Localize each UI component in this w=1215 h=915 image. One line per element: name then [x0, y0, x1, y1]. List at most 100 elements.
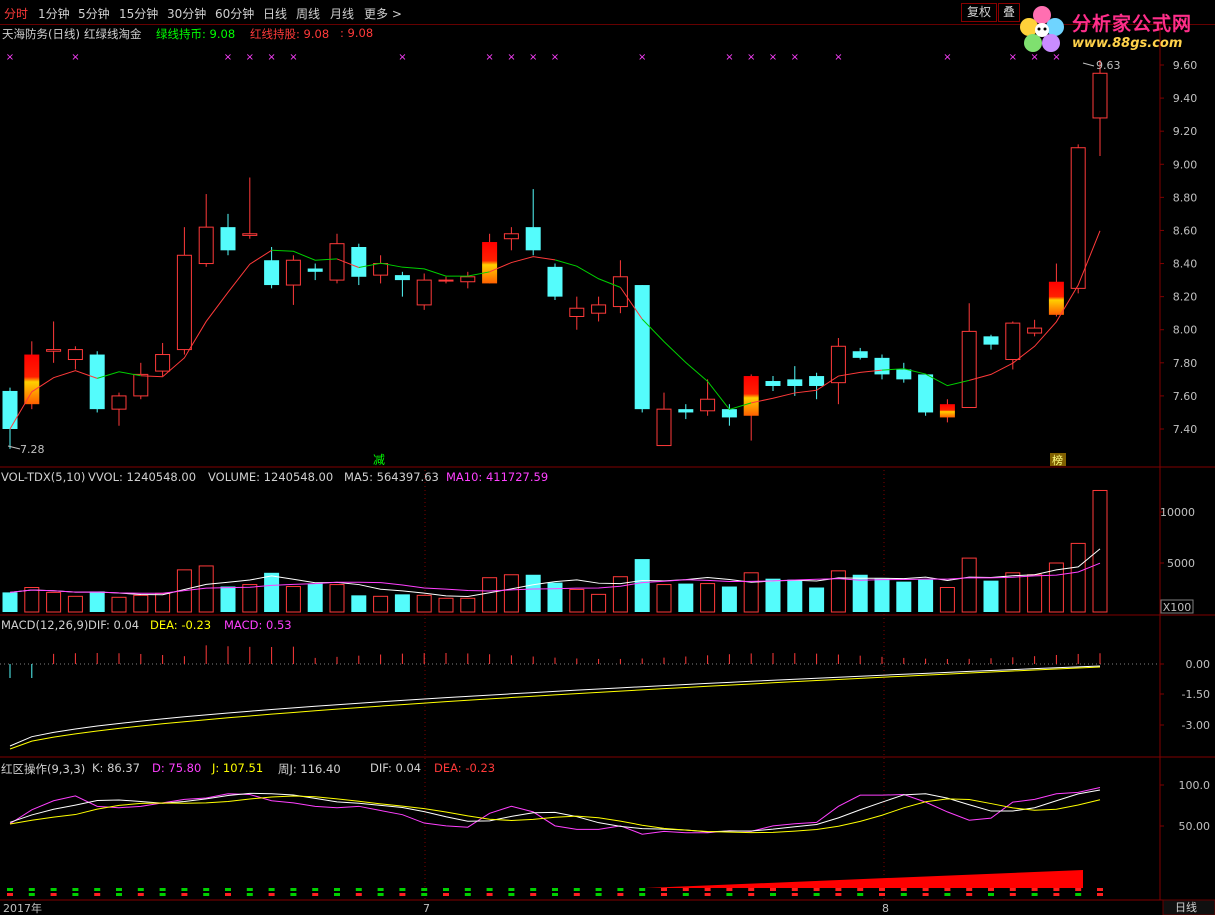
- top-marker-icon: ×: [267, 52, 275, 63]
- signal-square: [72, 888, 79, 891]
- candle-body: [67, 349, 83, 361]
- top-marker-icon: ×: [638, 52, 646, 63]
- candle-signal-body: [24, 354, 40, 405]
- signal-square: [246, 888, 253, 891]
- candle-body: [307, 268, 323, 272]
- candle-body: [721, 409, 737, 418]
- signal-square: [748, 893, 755, 896]
- candle-body: [765, 381, 781, 386]
- volume-bar: [612, 576, 628, 613]
- volume-bar: [307, 583, 323, 612]
- volume-bar: [220, 586, 236, 612]
- signal-square: [1075, 888, 1082, 891]
- candle-body: [634, 285, 650, 410]
- signal-square: [966, 888, 973, 891]
- low-price-marker: 7.28: [20, 443, 45, 456]
- candle-body: [394, 275, 410, 281]
- signal-square: [355, 893, 362, 896]
- vol-tick-label: 5000: [1167, 557, 1195, 570]
- top-marker-icon: ×: [769, 52, 777, 63]
- volume-bar: [24, 587, 40, 613]
- volume-bar: [809, 587, 825, 612]
- vol-tick-label: 10000: [1160, 506, 1195, 519]
- period-button[interactable]: 日线: [1175, 900, 1197, 914]
- signal-square: [399, 888, 406, 891]
- top-marker-icon: ×: [507, 52, 515, 63]
- signal-square: [944, 893, 951, 896]
- price-tick-label: 9.20: [1173, 125, 1198, 138]
- candle-body: [133, 373, 149, 397]
- candle-signal-body: [1048, 281, 1064, 315]
- candle-body: [220, 227, 236, 251]
- candle-body: [111, 395, 127, 410]
- signal-square: [7, 893, 13, 896]
- volume-ma10-line: [9, 562, 1101, 594]
- top-marker-icon: ×: [224, 52, 232, 63]
- candle-body: [242, 233, 258, 236]
- volume-bar: [416, 594, 432, 613]
- candle-signal-body: [482, 242, 498, 284]
- volume-bar: [1005, 572, 1021, 613]
- signal-square: [159, 893, 166, 896]
- signal-square: [312, 888, 319, 891]
- top-marker-icon: ×: [529, 52, 537, 63]
- candle-body: [285, 259, 301, 286]
- candle-body: [896, 369, 912, 380]
- red-green-line: [9, 370, 98, 430]
- signal-square: [94, 888, 101, 891]
- signal-square: [137, 893, 144, 896]
- volume-bar: [918, 579, 934, 612]
- signal-square: [791, 893, 798, 896]
- volume-bar: [547, 582, 563, 612]
- axis-labels: 9.60 9.40 9.20 9.00 8.80 8.60 8.40 8.20 8.00 7.80…: [3, 59, 1215, 915]
- signal-square: [552, 888, 558, 891]
- volume-layer: [2, 489, 1108, 613]
- signal-square: [355, 888, 362, 891]
- candle-body: [503, 233, 519, 240]
- vol-unit-label: X100: [1163, 601, 1192, 614]
- kdj-j-line: [9, 787, 1101, 835]
- signal-square: [595, 888, 602, 891]
- candle-body: [460, 276, 476, 283]
- stock-chart-canvas[interactable]: × × × × × × × × × × × × × × × × × × × × × 9.60 9.40 9.20 9.00 8.…: [0, 0, 1215, 915]
- signal-square: [770, 888, 776, 891]
- signal-square: [116, 888, 122, 891]
- top-markers: × × × × × × × × × × × × × × × × × × × × ×: [6, 52, 1061, 63]
- signal-square: [770, 893, 776, 896]
- candle-body: [656, 408, 672, 447]
- signal-square: [225, 893, 231, 896]
- volume-bar: [46, 591, 62, 613]
- signal-square: [508, 888, 515, 891]
- signal-square: [1009, 888, 1016, 891]
- macd-layer: [9, 645, 1101, 750]
- volume-bar: [242, 584, 258, 613]
- volume-bar: [896, 581, 912, 612]
- signal-square: [50, 888, 57, 891]
- volume-bar: [765, 578, 781, 612]
- signal-square: [421, 893, 428, 896]
- signal-square: [617, 888, 624, 891]
- volume-bar: [351, 595, 367, 612]
- signal-square: [443, 888, 449, 891]
- signal-square: [334, 893, 340, 896]
- signal-square: [922, 893, 929, 896]
- signal-square: [857, 893, 864, 896]
- signal-square: [181, 888, 188, 891]
- signal-square: [791, 888, 798, 891]
- signal-square: [377, 888, 384, 891]
- signal-square: [573, 893, 580, 896]
- signal-square: [726, 893, 733, 896]
- volume-bar: [939, 587, 955, 613]
- candle-body: [2, 390, 18, 429]
- price-tick-label: 9.40: [1173, 92, 1198, 105]
- signal-square: [72, 893, 79, 896]
- signal-square: [988, 893, 994, 896]
- high-price-marker: 9.63: [1096, 59, 1121, 72]
- signal-square: [530, 893, 537, 896]
- red-green-line: [641, 318, 752, 411]
- candle-body: [700, 398, 716, 412]
- volume-bar: [373, 595, 389, 613]
- top-marker-icon: ×: [791, 52, 799, 63]
- signal-square: [944, 888, 951, 891]
- signal-square: [1053, 893, 1060, 896]
